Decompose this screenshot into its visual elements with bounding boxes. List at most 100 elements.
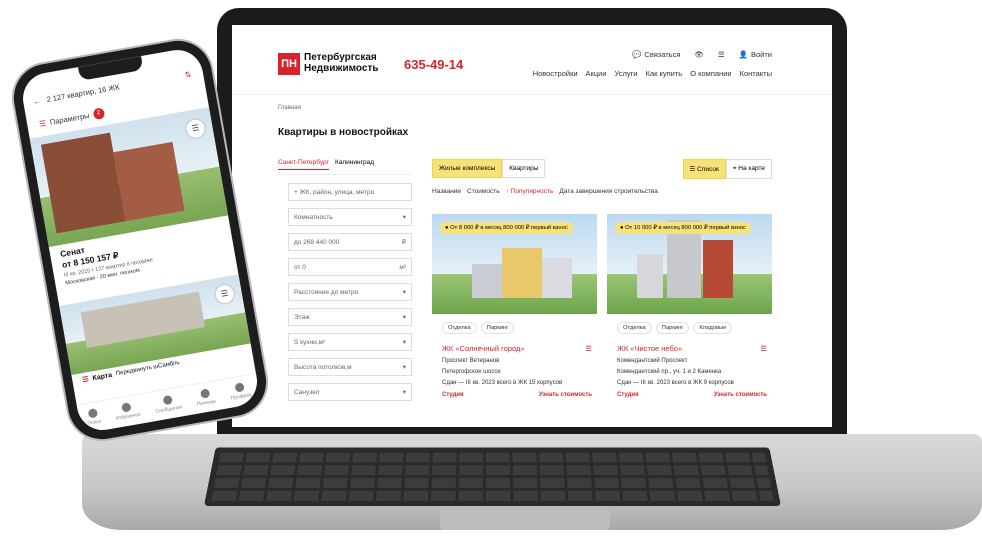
promo-badge: ● От 8 000 ₽ в месяц 800 000 ₽ первый вз… bbox=[440, 222, 573, 234]
apartment-type[interactable]: Студия bbox=[442, 392, 464, 398]
nav-search[interactable]: Поиск bbox=[85, 408, 102, 427]
heart-icon bbox=[121, 402, 133, 413]
compare-icon[interactable]: ☰ bbox=[214, 283, 236, 305]
chip-parking: Паркинг bbox=[480, 322, 515, 334]
laptop-trackpad bbox=[440, 510, 610, 530]
page-title: Квартиры в новостройках bbox=[278, 127, 409, 138]
results-count: 2 127 квартир, 16 ЖК bbox=[45, 82, 121, 105]
area-min-input[interactable]: от 0 м² bbox=[288, 258, 412, 276]
login-label: Войти bbox=[751, 50, 772, 59]
card-footer: Студия Узнать стоимость bbox=[617, 392, 767, 398]
rooms-select[interactable]: Комнатность ▾ bbox=[288, 208, 412, 226]
complex-card[interactable]: ● От 10 000 ₽ в месяц 800 000 ₽ первый в… bbox=[607, 214, 772, 398]
chip-parking: Паркинг bbox=[655, 322, 690, 334]
back-arrow-icon[interactable]: ← bbox=[33, 96, 42, 106]
metro-station: Комендантский Проспект bbox=[617, 358, 688, 364]
help-icon bbox=[199, 388, 211, 399]
compare-icon[interactable]: ☰ bbox=[585, 344, 592, 353]
login-link[interactable]: 👤 Войти bbox=[739, 50, 772, 59]
params-label: Параметры bbox=[49, 110, 91, 127]
complex-photo: ☰ bbox=[59, 274, 251, 375]
apartment-type[interactable]: Студия bbox=[617, 392, 639, 398]
laptop-keyboard bbox=[204, 447, 781, 506]
site-header: ПН Петербургская Недвижимость 635-49-14 … bbox=[232, 25, 832, 95]
price-request-link[interactable]: Узнать стоимость bbox=[539, 392, 592, 398]
complex-name[interactable]: ЖК «Солнечный город» ☰ bbox=[442, 344, 592, 353]
price-max-input[interactable]: до 268 440 000 ₽ bbox=[288, 233, 412, 251]
filter-icon: ☰ bbox=[38, 118, 47, 129]
chip-otdelka: Отделка bbox=[617, 322, 652, 334]
sort-deadline[interactable]: Дата завершения строительства bbox=[559, 188, 658, 195]
view-list-button[interactable]: ☰ Список bbox=[682, 159, 726, 179]
view-toggle: ☰ Список ⌖ На карте bbox=[682, 159, 772, 179]
view-map-button[interactable]: ⌖ На карте bbox=[725, 159, 772, 179]
tab-kaliningrad[interactable]: Калининград bbox=[335, 159, 374, 170]
metro-station: Проспект Ветеранов bbox=[442, 358, 500, 364]
breadcrumb[interactable]: Главная bbox=[278, 105, 301, 111]
user-icon bbox=[234, 382, 245, 393]
compare-icon[interactable]: ☰ bbox=[185, 118, 206, 140]
deadline: Сдан — III кв. 2023 всего в ЖК 15 корпус… bbox=[442, 380, 563, 386]
search-icon bbox=[87, 408, 98, 419]
complex-card[interactable]: ● От 8 000 ₽ в месяц 800 000 ₽ первый вз… bbox=[432, 214, 597, 398]
nav-messages[interactable]: Сообщения bbox=[153, 393, 183, 415]
user-icon: 👤 bbox=[738, 50, 748, 59]
search-input[interactable]: + ЖК, район, улица, метро bbox=[288, 183, 412, 201]
contact-label: Связаться bbox=[644, 50, 681, 59]
address: Петергофское шоссе bbox=[442, 369, 501, 375]
nav-profile[interactable]: Профиль bbox=[228, 381, 253, 402]
nav-help[interactable]: Помощь bbox=[195, 387, 217, 408]
menu-item-uslugi[interactable]: Услуги bbox=[615, 69, 638, 78]
promo-badge: ● От 10 000 ₽ в месяц 800 000 ₽ первый в… bbox=[615, 222, 751, 234]
sort-bar: Название Стоимость ↑ Популярность Дата з… bbox=[432, 188, 772, 195]
price-request-link[interactable]: Узнать стоимость bbox=[714, 392, 767, 398]
nav-favorites[interactable]: Избранное bbox=[114, 401, 141, 422]
segment-apartments[interactable]: Квартиры bbox=[502, 159, 546, 178]
tab-spb[interactable]: Санкт-Петербург bbox=[278, 159, 329, 170]
main-menu: Новостройки Акции Услуги Как купить О ко… bbox=[533, 69, 772, 78]
sort-price[interactable]: Стоимость bbox=[467, 188, 500, 195]
menu-item-kak-kupit[interactable]: Как купить bbox=[646, 69, 683, 78]
laptop-screen: ПН Петербургская Недвижимость 635-49-14 … bbox=[232, 25, 832, 427]
feature-chips: Отделка Паркинг bbox=[432, 322, 597, 334]
card-footer: Студия Узнать стоимость bbox=[442, 392, 592, 398]
city-tabs: Санкт-Петербург Калининград bbox=[278, 159, 412, 175]
filter-panel: Санкт-Петербург Калининград + ЖК, район,… bbox=[278, 159, 412, 408]
params-count-badge: 2 bbox=[92, 107, 106, 121]
compare-icon[interactable]: ☰ bbox=[760, 344, 767, 353]
sort-icon[interactable]: ⇅ bbox=[184, 70, 192, 80]
kitchen-area-select[interactable]: S кухни,м² ▾ bbox=[288, 333, 412, 351]
map-label: Карта bbox=[91, 371, 113, 382]
sort-popularity[interactable]: ↑ Популярность bbox=[506, 188, 554, 195]
complex-name[interactable]: ЖК «Чистое небо» ☰ bbox=[617, 344, 767, 353]
address: Комендантский пр., уч. 1 и 2 Каменка bbox=[617, 369, 722, 375]
metro-distance-select[interactable]: Расстояние до метро ▾ bbox=[288, 283, 412, 301]
menu-item-akcii[interactable]: Акции bbox=[586, 69, 607, 78]
deadline: Сдан — III кв. 2023 всего в ЖК 9 корпусо… bbox=[617, 380, 734, 386]
chat-icon bbox=[162, 394, 173, 406]
logo-mark[interactable]: ПН bbox=[278, 53, 300, 75]
eye-icon[interactable]: 👁 bbox=[694, 50, 704, 59]
scene: ПН Петербургская Недвижимость 635-49-14 … bbox=[0, 0, 982, 537]
chip-storage: Кладовые bbox=[693, 322, 733, 334]
floor-select[interactable]: Этаж ▾ bbox=[288, 308, 412, 326]
complex-photo: ● От 8 000 ₽ в месяц 800 000 ₽ первый вз… bbox=[432, 214, 597, 314]
ceiling-height-select[interactable]: Высота потолков,м ▾ bbox=[288, 358, 412, 376]
contact-link[interactable]: 💬 Связаться bbox=[632, 50, 680, 59]
menu-item-kontakty[interactable]: Контакты bbox=[740, 69, 772, 78]
header-phone[interactable]: 635-49-14 bbox=[404, 57, 463, 72]
complex-photo: ● От 10 000 ₽ в месяц 800 000 ₽ первый в… bbox=[607, 214, 772, 314]
header-utilities: 💬 Связаться 👁 ☰ 👤 Войти bbox=[632, 50, 772, 59]
feature-chips: Отделка Паркинг Кладовые bbox=[607, 322, 772, 334]
map-icon: ☰ bbox=[81, 376, 90, 385]
menu-item-o-kompanii[interactable]: О компании bbox=[690, 69, 731, 78]
chat-icon: 💬 bbox=[632, 50, 642, 59]
segment-complexes[interactable]: Жилые комплексы bbox=[432, 159, 503, 178]
bathroom-select[interactable]: Санузел ▾ bbox=[288, 383, 412, 401]
compare-icon[interactable]: ☰ bbox=[718, 50, 725, 59]
menu-item-novostroyki[interactable]: Новостройки bbox=[533, 69, 578, 78]
sort-name[interactable]: Название bbox=[432, 188, 461, 195]
card-list: ● От 8 000 ₽ в месяц 800 000 ₽ первый вз… bbox=[432, 214, 772, 398]
logo-text[interactable]: Петербургская Недвижимость bbox=[304, 52, 414, 74]
chip-otdelka: Отделка bbox=[442, 322, 477, 334]
